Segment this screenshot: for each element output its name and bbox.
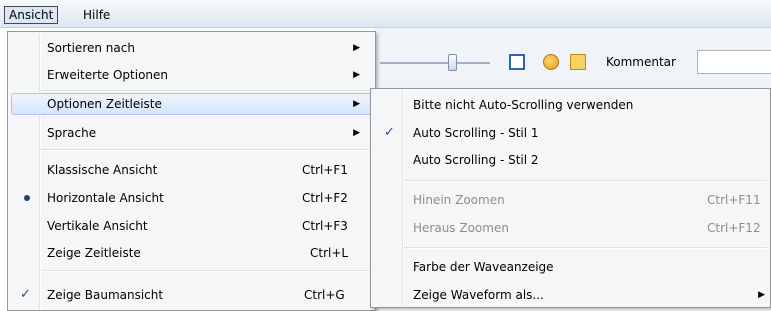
optionen-zeitleiste-submenu: Bitte nicht Auto-Scrolling verwenden ✓ A… bbox=[370, 88, 771, 308]
menu-item-label: Horizontale Ansicht bbox=[47, 191, 164, 205]
shortcut-label: Ctrl+G bbox=[304, 288, 345, 302]
menu-separator bbox=[404, 247, 767, 249]
menu-item-label: Zeige Waveform als... bbox=[413, 288, 544, 302]
submenu-item-zeige-waveform-als[interactable]: Zeige Waveform als... ▶ bbox=[374, 284, 767, 306]
checkmark-icon: ✓ bbox=[384, 125, 395, 140]
submenu-item-heraus-zoomen[interactable]: Heraus Zoomen Ctrl+F12 bbox=[374, 217, 767, 239]
menu-separator bbox=[404, 180, 767, 182]
menu-bar: Ansicht Hilfe bbox=[0, 0, 771, 28]
shortcut-label: Ctrl+F2 bbox=[302, 191, 348, 205]
submenu-item-farbe-der-waveanzeige[interactable]: Farbe der Waveanzeige bbox=[374, 256, 767, 278]
radio-selected-icon bbox=[24, 195, 30, 201]
zoom-slider-track bbox=[380, 62, 490, 64]
menu-item-label: Bitte nicht Auto-Scrolling verwenden bbox=[413, 98, 634, 112]
ansicht-dropdown-menu: Sortieren nach ▶ Erweiterte Optionen ▶ O… bbox=[7, 31, 376, 311]
submenu-item-hinein-zoomen[interactable]: Hinein Zoomen Ctrl+F11 bbox=[374, 189, 767, 211]
menu-item-klassische-ansicht[interactable]: Klassische Ansicht Ctrl+F1 bbox=[11, 159, 372, 181]
shortcut-label: Ctrl+F1 bbox=[302, 163, 348, 177]
submenu-arrow-icon: ▶ bbox=[353, 43, 360, 53]
menu-item-optionen-zeitleiste[interactable]: Optionen Zeitleiste ▶ bbox=[11, 93, 372, 115]
menu-item-sortieren-nach[interactable]: Sortieren nach ▶ bbox=[11, 37, 372, 59]
menu-item-label: Zeige Baumansicht bbox=[47, 288, 164, 302]
submenu-item-auto-scrolling-stil-1[interactable]: ✓ Auto Scrolling - Stil 1 bbox=[374, 122, 767, 144]
menu-item-sprache[interactable]: Sprache ▶ bbox=[11, 122, 372, 144]
zoom-slider-thumb[interactable] bbox=[448, 54, 457, 71]
menu-item-label: Sortieren nach bbox=[47, 41, 135, 55]
menu-separator bbox=[41, 149, 372, 151]
menu-item-label: Auto Scrolling - Stil 1 bbox=[413, 126, 539, 140]
menu-item-zeige-zeitleiste[interactable]: Zeige Zeitleiste Ctrl+L bbox=[11, 242, 372, 264]
shortcut-label: Ctrl+F11 bbox=[707, 193, 761, 207]
kommentar-label: Kommentar bbox=[606, 55, 676, 69]
menu-item-label: Klassische Ansicht bbox=[47, 163, 158, 177]
menu-item-label: Heraus Zoomen bbox=[413, 221, 509, 235]
open-window-icon[interactable] bbox=[509, 54, 525, 70]
refresh-icon[interactable] bbox=[543, 54, 559, 70]
shortcut-label: Ctrl+F12 bbox=[707, 221, 761, 235]
menu-item-vertikale-ansicht[interactable]: Vertikale Ansicht Ctrl+F3 bbox=[11, 215, 372, 237]
submenu-item-auto-scrolling-stil-2[interactable]: Auto Scrolling - Stil 2 bbox=[374, 149, 767, 171]
menu-item-label: Hinein Zoomen bbox=[413, 193, 505, 207]
kommentar-input[interactable] bbox=[697, 50, 771, 74]
menu-item-label: Erweiterte Optionen bbox=[47, 68, 169, 82]
menu-ansicht[interactable]: Ansicht bbox=[4, 6, 59, 24]
menu-item-label: Optionen Zeitleiste bbox=[47, 97, 162, 111]
submenu-arrow-icon: ▶ bbox=[353, 128, 360, 138]
shortcut-label: Ctrl+F3 bbox=[302, 219, 348, 233]
menu-item-label: Sprache bbox=[47, 126, 97, 140]
checkmark-icon: ✓ bbox=[20, 287, 31, 302]
folder-up-icon[interactable] bbox=[570, 54, 586, 70]
menu-separator bbox=[41, 90, 372, 92]
menu-separator bbox=[41, 270, 372, 272]
submenu-arrow-icon: ▶ bbox=[353, 99, 360, 109]
shortcut-label: Ctrl+L bbox=[310, 246, 349, 260]
menu-item-label: Zeige Zeitleiste bbox=[47, 246, 141, 260]
menu-item-label: Vertikale Ansicht bbox=[47, 219, 148, 233]
submenu-arrow-icon: ▶ bbox=[758, 290, 765, 300]
menu-item-horizontale-ansicht[interactable]: Horizontale Ansicht Ctrl+F2 bbox=[11, 187, 372, 209]
menu-item-label: Auto Scrolling - Stil 2 bbox=[413, 153, 539, 167]
menu-item-label: Farbe der Waveanzeige bbox=[413, 260, 554, 274]
menu-item-zeige-baumansicht[interactable]: ✓ Zeige Baumansicht Ctrl+G bbox=[11, 284, 372, 306]
menu-item-erweiterte-optionen[interactable]: Erweiterte Optionen ▶ bbox=[11, 64, 372, 86]
submenu-item-no-auto-scrolling[interactable]: Bitte nicht Auto-Scrolling verwenden bbox=[374, 94, 767, 116]
menu-hilfe[interactable]: Hilfe bbox=[79, 6, 114, 24]
submenu-arrow-icon: ▶ bbox=[353, 70, 360, 80]
